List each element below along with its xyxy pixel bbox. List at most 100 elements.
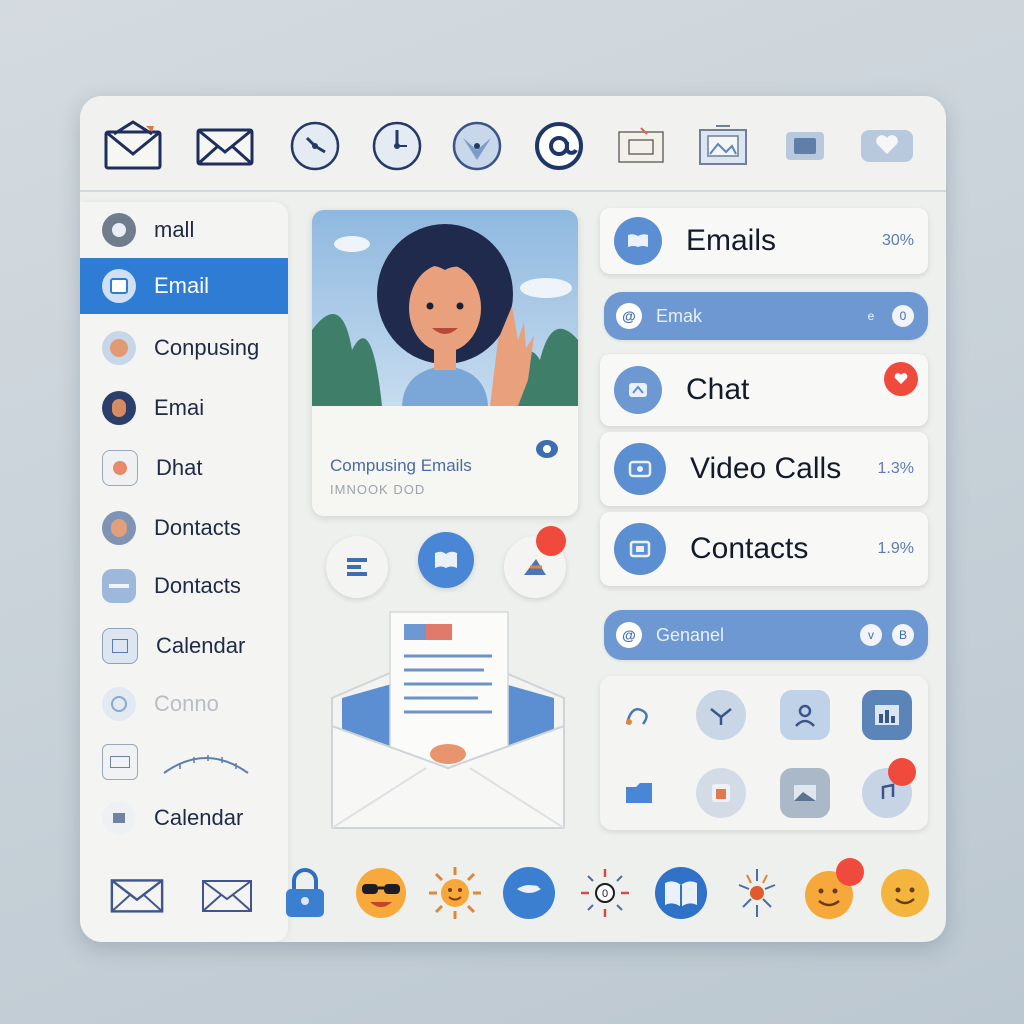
image-icon[interactable] (780, 768, 830, 818)
sidebar-item-label: Dontacts (154, 573, 241, 598)
video-icon (102, 801, 136, 835)
row-meta: 1.9% (877, 540, 914, 557)
sidebar-item-inbox[interactable] (80, 734, 288, 790)
contacts-icon (614, 523, 666, 575)
sidebar-item-emai[interactable]: Emai (80, 380, 288, 436)
folder-icon (102, 569, 136, 603)
row-label: Contacts (690, 532, 809, 565)
row-meta: 30% (881, 232, 914, 249)
avatar-icon (102, 511, 136, 545)
pill-chip[interactable]: e (860, 305, 882, 327)
edit-button[interactable] (326, 536, 388, 598)
at-icon[interactable] (528, 120, 590, 172)
lock-icon[interactable] (276, 864, 334, 922)
sidebar-item-label: Dontacts (154, 515, 241, 540)
sidebar-item-label: mall (154, 217, 195, 242)
mail-icon[interactable] (102, 120, 164, 172)
at-icon: @ (616, 622, 642, 648)
toolbar (80, 96, 946, 192)
sidebar-item-calendar[interactable]: Calendar (80, 618, 288, 674)
pill-chip[interactable]: B (892, 624, 914, 646)
avatar-icon (102, 331, 136, 365)
image-icon[interactable] (692, 120, 754, 172)
sidebar-item-label: Calendar (154, 805, 244, 830)
pill-chip[interactable]: v (860, 624, 882, 646)
smile-emoji-icon[interactable] (876, 864, 934, 922)
emoji-badge (836, 858, 864, 886)
pill-label: Emak (656, 305, 703, 326)
user-icon[interactable] (780, 690, 830, 740)
emails-row[interactable]: Emails 30% (600, 208, 928, 274)
sidebar-item-label: Calendar (156, 633, 246, 658)
sidebar-item-label: Conpusing (154, 335, 260, 360)
chat-icon (614, 366, 662, 414)
edit-icon (347, 558, 367, 576)
eye-icon[interactable] (534, 438, 560, 465)
open-envelope-illustration (331, 611, 565, 829)
sunglasses-emoji-icon[interactable] (352, 864, 410, 922)
avatar-icon (102, 391, 136, 425)
clock-icon[interactable] (366, 120, 428, 172)
notes-icon[interactable] (696, 768, 746, 818)
emails-pill[interactable]: @ Emak e 0 (604, 292, 928, 340)
sidebar-item-conpusing[interactable]: Conpusing (80, 320, 288, 376)
row-meta: 1.3% (877, 460, 914, 477)
tools-icon[interactable] (696, 690, 746, 740)
calendar-icon (102, 628, 138, 664)
mail-icon (102, 269, 136, 303)
book-button[interactable] (418, 532, 474, 588)
sidebar-item-mall[interactable]: mall (80, 202, 288, 258)
send-icon (524, 559, 546, 575)
row-label: Chat (686, 373, 750, 406)
chat-bubble-icon[interactable] (500, 864, 558, 922)
sidebar-item-label: Emai (154, 395, 205, 420)
dashboard-icon[interactable] (862, 690, 912, 740)
folder-icon[interactable] (614, 768, 664, 818)
envelope-icon[interactable] (198, 864, 256, 922)
sidebar-item-dontacts-2[interactable]: Dontacts (80, 558, 288, 614)
book-icon (435, 551, 457, 568)
chat-row[interactable]: Chat (600, 354, 928, 426)
sun-icon[interactable] (426, 864, 484, 922)
sidebar-item-label: Email (154, 273, 210, 298)
sidebar-item-calendar-2[interactable]: Calendar (80, 790, 288, 846)
contacts-row[interactable]: Contacts 1.9% (600, 512, 928, 586)
sidebar-item-email[interactable]: Email (80, 258, 288, 314)
app-grid (600, 676, 928, 830)
sidebar-item-dhat[interactable]: Dhat (80, 440, 288, 496)
general-pill[interactable]: @ Genanel v B (604, 610, 928, 660)
sidebar-item-conno[interactable]: Conno (80, 676, 288, 732)
compass-icon[interactable]: 0 (576, 864, 634, 922)
compose-card[interactable]: Compusing Emails IMNOOK DOD (312, 210, 578, 516)
heart-icon[interactable] (856, 120, 918, 172)
book-icon[interactable] (652, 864, 710, 922)
grid-badge (888, 758, 916, 786)
heart-icon (102, 687, 136, 721)
sidebar-item-dontacts[interactable]: Dontacts (80, 500, 288, 556)
sidebar-item-label: Conno (154, 691, 219, 716)
spark-icon[interactable] (728, 864, 786, 922)
calendar-icon[interactable] (610, 120, 672, 172)
chat-badge (884, 362, 918, 396)
circle-icon (102, 213, 136, 247)
profile-photo (312, 210, 578, 406)
row-label: Video Calls (690, 452, 842, 485)
chat-icon (102, 450, 138, 486)
clock-icon[interactable] (284, 120, 346, 172)
app-window: mall Email Conpusing Emai Dhat Dontacts … (80, 96, 946, 942)
clock-icon[interactable] (446, 120, 508, 172)
mail-icon[interactable] (108, 864, 166, 922)
video-calls-row[interactable]: Video Calls 1.3% (600, 432, 928, 506)
paint-icon[interactable] (614, 690, 664, 740)
svg-text:0: 0 (602, 888, 608, 900)
pill-chip[interactable]: 0 (892, 305, 914, 327)
video-icon (614, 443, 666, 495)
compose-caption: Compusing Emails (330, 456, 472, 475)
bottom-bar: 0 (80, 854, 946, 934)
envelope-icon[interactable] (194, 120, 256, 172)
arc-divider (163, 755, 249, 774)
row-label: Emails (686, 224, 777, 257)
sidebar: mall Email Conpusing Emai Dhat Dontacts … (80, 202, 288, 942)
folder-icon[interactable] (774, 120, 836, 172)
sidebar-item-label: Dhat (156, 455, 203, 480)
